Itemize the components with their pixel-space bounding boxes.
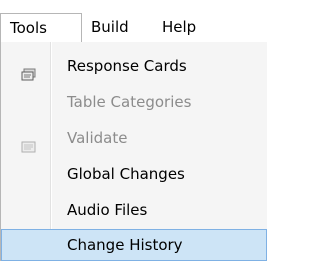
menu-item-response-cards[interactable]: Response Cards xyxy=(1,48,267,84)
menu-item-label: Audio Files xyxy=(67,201,148,219)
menu-build[interactable]: Build xyxy=(82,13,138,42)
menu-item-label: Validate xyxy=(67,129,128,147)
menu-item-validate[interactable]: Validate xyxy=(1,120,267,156)
menu-item-global-changes[interactable]: Global Changes xyxy=(1,156,267,192)
menu-item-label: Response Cards xyxy=(67,57,187,75)
menu-item-change-history[interactable]: Change History xyxy=(1,229,267,261)
menu-bar: Tools Build Help xyxy=(0,0,266,42)
menu-item-table-categories[interactable]: Table Categories xyxy=(1,84,267,120)
menu-item-label: Global Changes xyxy=(67,165,185,183)
validate-icon xyxy=(21,131,37,153)
tools-dropdown-menu: Response Cards Table Categories Validate… xyxy=(0,42,267,261)
menu-build-label: Build xyxy=(91,18,129,36)
menu-item-audio-files[interactable]: Audio Files xyxy=(1,192,267,228)
menu-help[interactable]: Help xyxy=(153,13,205,42)
menu-help-label: Help xyxy=(162,18,197,36)
cards-icon xyxy=(21,59,37,81)
menu-tools-label: Tools xyxy=(10,19,47,37)
menu-item-label: Change History xyxy=(67,236,183,254)
menu-item-label: Table Categories xyxy=(67,93,192,111)
menu-tools[interactable]: Tools xyxy=(0,13,82,42)
